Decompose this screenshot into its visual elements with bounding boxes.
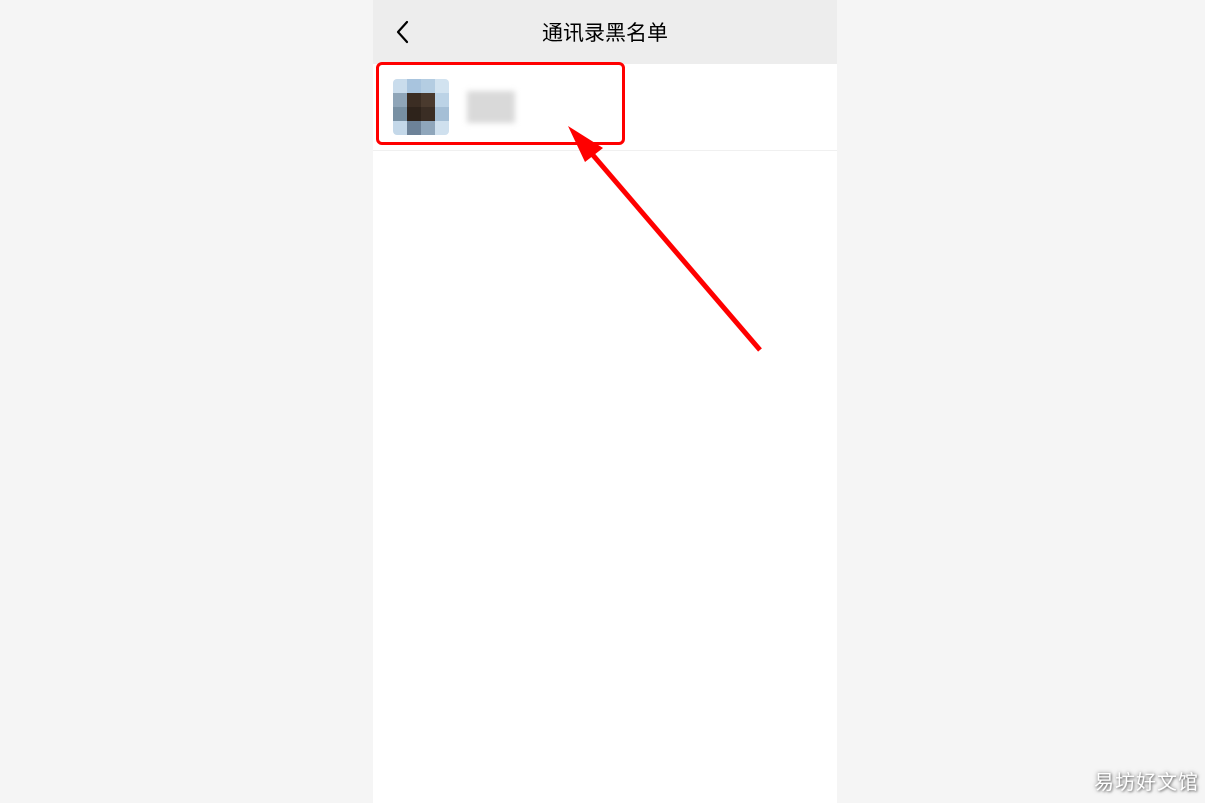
contact-name-obscured	[467, 91, 515, 123]
watermark: 易坊好文馆	[1094, 766, 1199, 795]
phone-screen: 通讯录黑名单	[373, 0, 837, 803]
blacklist-item[interactable]	[373, 64, 837, 151]
chevron-left-icon	[395, 20, 409, 44]
avatar	[393, 79, 449, 135]
header-bar: 通讯录黑名单	[373, 0, 837, 64]
page-title: 通讯录黑名单	[373, 17, 837, 47]
back-button[interactable]	[387, 17, 417, 47]
content-area	[373, 64, 837, 151]
